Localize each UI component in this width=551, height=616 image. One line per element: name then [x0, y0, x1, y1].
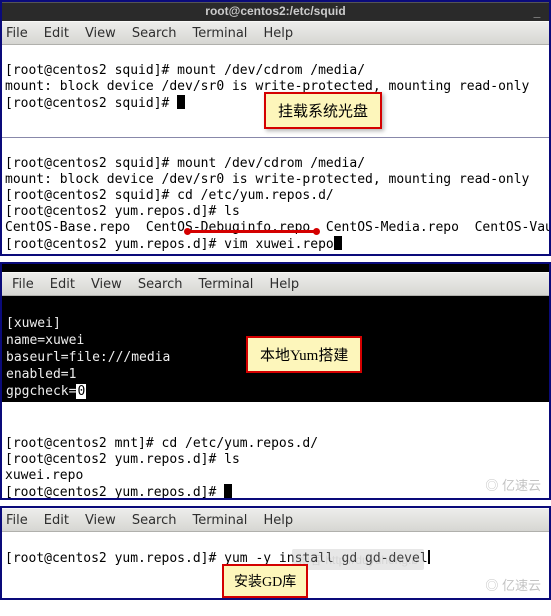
term-line: [root@centos2 yum.repos.d]#: [5, 485, 224, 498]
menu-search[interactable]: Search: [138, 277, 183, 292]
cursor-char: 0: [76, 384, 86, 399]
menu-help[interactable]: Help: [263, 26, 293, 41]
menu-help[interactable]: Help: [269, 277, 299, 292]
term-line: xuwei.repo: [5, 468, 83, 483]
menu-terminal[interactable]: Terminal: [192, 513, 247, 528]
term-line: baseurl=file:///media: [6, 350, 170, 365]
term-line: [root@centos2 yum.repos.d]# vim xuwei.re…: [5, 237, 334, 252]
menu-edit[interactable]: Edit: [44, 513, 69, 528]
term-line: [root@centos2 squid]#: [5, 96, 177, 111]
menu-file[interactable]: File: [12, 277, 34, 292]
terminal-output-2[interactable]: [root@centos2 squid]# mount /dev/cdrom /…: [2, 137, 549, 254]
vim-tilde: ~: [6, 401, 14, 402]
window-title: root@centos2:/etc/squid: [205, 4, 345, 18]
menu-view[interactable]: View: [91, 277, 122, 292]
menubar-3: File Edit View Search Terminal Help: [2, 508, 549, 532]
minimize-icon[interactable]: _: [531, 4, 543, 16]
menu-view[interactable]: View: [85, 26, 116, 41]
menu-search[interactable]: Search: [132, 26, 177, 41]
term-line: [root@centos2 squid]# mount /dev/cdrom /…: [5, 63, 365, 78]
term-line: name=xuwei: [6, 333, 84, 348]
cursor-icon: [177, 95, 185, 109]
term-line: [root@centos2 yum.repos.d]# ls: [5, 452, 240, 467]
callout-install-gd: 安装GD库: [222, 564, 308, 598]
menubar: File Edit View Search Terminal Help: [2, 21, 549, 45]
menu-edit[interactable]: Edit: [44, 26, 69, 41]
term-line: mount: block device /dev/sr0 is write-pr…: [5, 172, 529, 187]
menubar-2: File Edit View Search Terminal Help: [2, 272, 549, 296]
term-line: gpgcheck=: [6, 384, 76, 399]
cursor-icon: [224, 484, 232, 498]
menu-terminal[interactable]: Terminal: [198, 277, 253, 292]
menu-search[interactable]: Search: [132, 513, 177, 528]
menu-help[interactable]: Help: [263, 513, 293, 528]
cursor-icon: [428, 550, 430, 564]
menu-file[interactable]: File: [6, 513, 28, 528]
menu-edit[interactable]: Edit: [50, 277, 75, 292]
menu-terminal[interactable]: Terminal: [192, 26, 247, 41]
window-titlebar: root@centos2:/etc/squid _: [2, 2, 549, 21]
term-line: enabled=1: [6, 367, 76, 382]
logo-watermark: ◎ 亿速云: [485, 575, 541, 594]
url-watermark: 博客 http://duyuheng.b: [292, 549, 424, 570]
term-line: [root@centos2 squid]# mount /dev/cdrom /…: [5, 156, 365, 171]
term-line: [xuwei]: [6, 316, 61, 331]
terminal-output-3[interactable]: [root@centos2 mnt]# cd /etc/yum.repos.d/…: [2, 402, 549, 498]
menu-file[interactable]: File: [6, 26, 28, 41]
annotation-line: [187, 230, 317, 233]
term-line: [root@centos2 yum.repos.d]# ls: [5, 204, 240, 219]
logo-watermark: ◎ 亿速云: [485, 475, 541, 494]
menu-view[interactable]: View: [85, 513, 116, 528]
term-line: [root@centos2 squid]# cd /etc/yum.repos.…: [5, 188, 334, 203]
screenshot-section-1: root@centos2:/etc/squid _ File Edit View…: [0, 0, 551, 256]
term-line: [root@centos2 mnt]# cd /etc/yum.repos.d/: [5, 436, 318, 451]
callout-local-yum: 本地Yum搭建: [246, 336, 362, 373]
callout-mount-disk: 挂载系统光盘: [264, 92, 382, 129]
cursor-icon: [334, 236, 342, 250]
